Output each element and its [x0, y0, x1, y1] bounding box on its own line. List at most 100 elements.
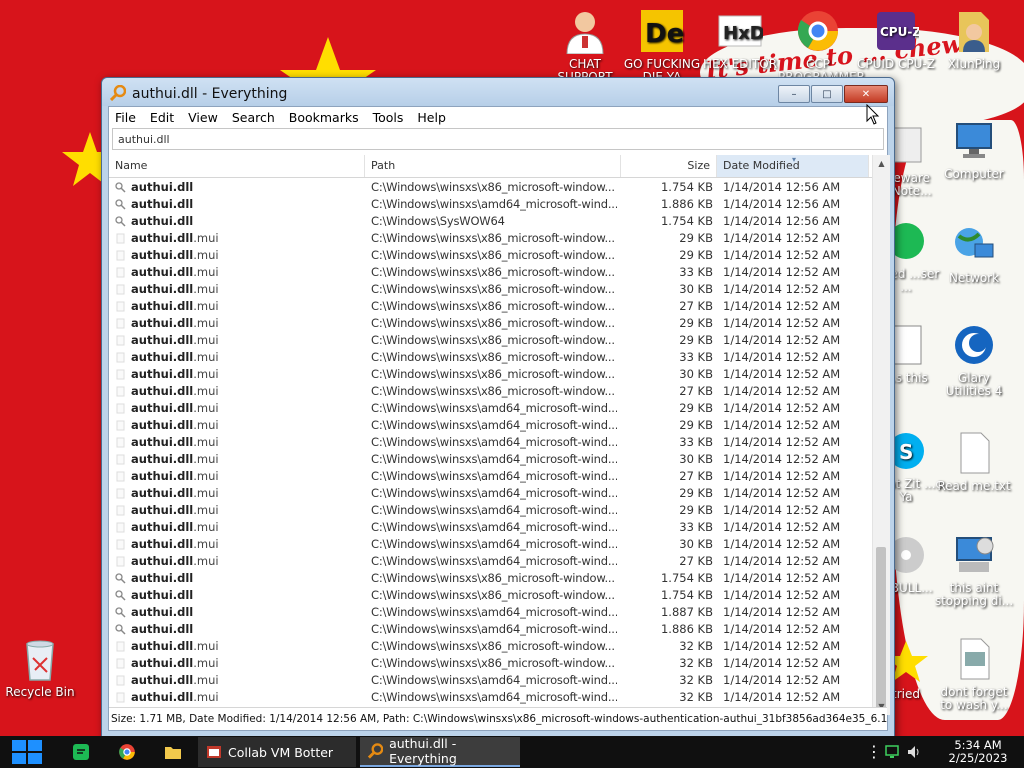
menu-search[interactable]: Search	[232, 110, 275, 125]
desktop-icon-glary[interactable]: Glary Utilities 4	[934, 322, 1014, 398]
table-row[interactable]: authui.dll.mui C:\Windows\winsxs\amd64_mi…	[109, 434, 869, 451]
menu-file[interactable]: File	[115, 110, 136, 125]
menu-bookmarks[interactable]: Bookmarks	[289, 110, 359, 125]
file-path-cell: C:\Windows\winsxs\x86_microsoft-window..…	[371, 384, 615, 398]
network-tray-icon[interactable]	[884, 744, 902, 760]
scroll-up-arrow-icon[interactable]: ▲	[873, 155, 890, 172]
file-size-cell: 29 KB	[679, 401, 713, 415]
desktop-icon-xiunping[interactable]: XIunPing	[934, 8, 1014, 71]
table-row[interactable]: authui.dll C:\Windows\SysWOW64 1.754 KB 1/1…	[109, 213, 869, 230]
file-size-cell: 32 KB	[679, 639, 713, 653]
file-size-cell: 30 KB	[679, 282, 713, 296]
vertical-scrollbar[interactable]: ▲ ▼	[872, 155, 890, 715]
maximize-button[interactable]: □	[811, 85, 843, 103]
taskbar-task-collab-vm-botter[interactable]: Collab VM Botter	[198, 737, 356, 767]
table-row[interactable]: authui.dll C:\Windows\winsxs\x86_microsof…	[109, 570, 869, 587]
minimize-button[interactable]: –	[778, 85, 810, 103]
date-modified-cell: 1/14/2014 12:52 AM	[723, 571, 841, 585]
overflow-menu-icon[interactable]: ⋮	[866, 742, 882, 761]
table-row[interactable]: authui.dll C:\Windows\winsxs\x86_microsof…	[109, 587, 869, 604]
taskbar-pin-chrome[interactable]	[110, 739, 144, 765]
table-row[interactable]: authui.dll.mui C:\Windows\winsxs\x86_micr…	[109, 281, 869, 298]
file-size-cell: 1.754 KB	[660, 214, 713, 228]
desktop-icon-computer[interactable]: Computer	[934, 118, 1014, 181]
table-row[interactable]: authui.dll.mui C:\Windows\winsxs\amd64_mi…	[109, 400, 869, 417]
table-row[interactable]: authui.dll.mui C:\Windows\winsxs\amd64_mi…	[109, 672, 869, 689]
taskbar-pin-green-app[interactable]	[64, 739, 98, 765]
clock[interactable]: 5:34 AM 2/25/2023	[938, 739, 1018, 765]
table-row[interactable]: authui.dll.mui C:\Windows\winsxs\amd64_mi…	[109, 519, 869, 536]
desktop-icon-this-aint-stopping[interactable]: this aint stopping di...	[934, 532, 1014, 608]
hxd-icon: HxD	[718, 15, 763, 47]
table-row[interactable]: authui.dll.mui C:\Windows\winsxs\x86_micr…	[109, 332, 869, 349]
speaker-icon[interactable]	[906, 744, 922, 760]
table-row[interactable]: authui.dll C:\Windows\winsxs\amd64_micros…	[109, 621, 869, 638]
desktop-icon-chat-support[interactable]: CHAT SUPPORT	[545, 8, 625, 84]
desktop-icon-cpuz[interactable]: CPU-Z CPUID CPU-Z	[856, 8, 936, 71]
close-button[interactable]: ✕	[844, 85, 888, 103]
table-row[interactable]: authui.dll.mui C:\Windows\winsxs\x86_micr…	[109, 638, 869, 655]
table-row[interactable]: authui.dll.mui C:\Windows\winsxs\amd64_mi…	[109, 417, 869, 434]
date-modified-cell: 1/14/2014 12:52 AM	[723, 333, 841, 347]
desktop-icon-readme[interactable]: Read me.txt	[934, 430, 1014, 493]
window-titlebar[interactable]: authui.dll - Everything – □ ✕	[102, 78, 894, 106]
file-path-cell: C:\Windows\winsxs\x86_microsoft-window..…	[371, 180, 615, 194]
table-row[interactable]: authui.dll.mui C:\Windows\winsxs\x86_micr…	[109, 349, 869, 366]
column-header-date-modified[interactable]: ▾ Date Modified	[717, 155, 869, 177]
column-header-size[interactable]: Size	[621, 155, 717, 177]
windows-start-icon[interactable]	[10, 739, 44, 765]
table-row[interactable]: authui.dll C:\Windows\winsxs\amd64_micros…	[109, 196, 869, 213]
xi-icon	[959, 12, 989, 52]
table-row[interactable]: authui.dll.mui C:\Windows\winsxs\x86_micr…	[109, 247, 869, 264]
table-row[interactable]: authui.dll.mui C:\Windows\winsxs\x86_micr…	[109, 315, 869, 332]
table-row[interactable]: authui.dll.mui C:\Windows\winsxs\x86_micr…	[109, 298, 869, 315]
column-header-name[interactable]: Name	[109, 155, 365, 177]
search-input[interactable]: authui.dll	[112, 128, 884, 150]
system-tray: ⋮ 5:34 AM 2/25/2023	[864, 736, 1024, 768]
file-path-cell: C:\Windows\winsxs\x86_microsoft-window..…	[371, 316, 615, 330]
desktop-icon-network[interactable]: Network	[934, 222, 1014, 285]
table-row[interactable]: authui.dll.mui C:\Windows\winsxs\amd64_mi…	[109, 689, 869, 706]
table-row[interactable]: authui.dll.mui C:\Windows\winsxs\amd64_mi…	[109, 485, 869, 502]
mui-file-icon	[116, 454, 125, 465]
table-row[interactable]: authui.dll.mui C:\Windows\winsxs\x86_micr…	[109, 655, 869, 672]
table-row[interactable]: authui.dll.mui C:\Windows\winsxs\amd64_mi…	[109, 451, 869, 468]
table-row[interactable]: authui.dll.mui C:\Windows\winsxs\x86_micr…	[109, 366, 869, 383]
desktop-icon-dont-forget[interactable]: dont forget to wash y...	[934, 636, 1014, 712]
table-row[interactable]: authui.dll.mui C:\Windows\winsxs\amd64_mi…	[109, 502, 869, 519]
mui-file-icon	[116, 233, 125, 244]
mui-file-icon	[116, 369, 125, 380]
table-row[interactable]: authui.dll.mui C:\Windows\winsxs\x86_micr…	[109, 383, 869, 400]
column-header-path[interactable]: Path	[365, 155, 621, 177]
scrollbar-thumb[interactable]	[876, 547, 886, 710]
everything-window[interactable]: authui.dll - Everything – □ ✕ File Edit …	[101, 77, 895, 738]
mui-file-icon	[116, 471, 125, 482]
file-path-cell: C:\Windows\winsxs\x86_microsoft-window..…	[371, 299, 615, 313]
taskbar-task-everything[interactable]: authui.dll - Everything	[360, 736, 520, 767]
desktop-icon-ccp[interactable]: CCP PROGRAMMER	[778, 8, 865, 84]
table-row[interactable]: authui.dll.mui C:\Windows\winsxs\x86_micr…	[109, 264, 869, 281]
mui-file-icon	[116, 641, 125, 652]
magnifier-icon	[368, 743, 384, 759]
mui-file-icon	[116, 267, 125, 278]
table-row[interactable]: authui.dll.mui C:\Windows\winsxs\x86_micr…	[109, 230, 869, 247]
table-row[interactable]: authui.dll C:\Windows\winsxs\x86_microsof…	[109, 179, 869, 196]
date-modified-cell: 1/14/2014 12:56 AM	[723, 197, 841, 211]
desktop-icon-hex-editor[interactable]: HxD HEX EDITOR	[700, 8, 780, 71]
table-row[interactable]: authui.dll.mui C:\Windows\winsxs\amd64_mi…	[109, 553, 869, 570]
taskbar-pin-explorer[interactable]	[156, 739, 190, 765]
dll-file-icon	[115, 199, 126, 210]
mui-file-icon	[116, 658, 125, 669]
menu-tools[interactable]: Tools	[373, 110, 404, 125]
results-list[interactable]: authui.dll C:\Windows\winsxs\x86_microsof…	[109, 179, 869, 711]
table-row[interactable]: authui.dll C:\Windows\winsxs\amd64_micros…	[109, 604, 869, 621]
file-path-cell: C:\Windows\winsxs\amd64_microsoft-wind..…	[371, 486, 617, 500]
menu-view[interactable]: View	[188, 110, 218, 125]
folder-icon	[165, 747, 181, 759]
table-row[interactable]: authui.dll.mui C:\Windows\winsxs\amd64_mi…	[109, 536, 869, 553]
menu-help[interactable]: Help	[417, 110, 446, 125]
menu-edit[interactable]: Edit	[150, 110, 174, 125]
table-row[interactable]: authui.dll.mui C:\Windows\winsxs\amd64_mi…	[109, 468, 869, 485]
file-path-cell: C:\Windows\winsxs\x86_microsoft-window..…	[371, 350, 615, 364]
desktop-icon-recycle-bin[interactable]: Recycle Bin	[0, 636, 80, 699]
